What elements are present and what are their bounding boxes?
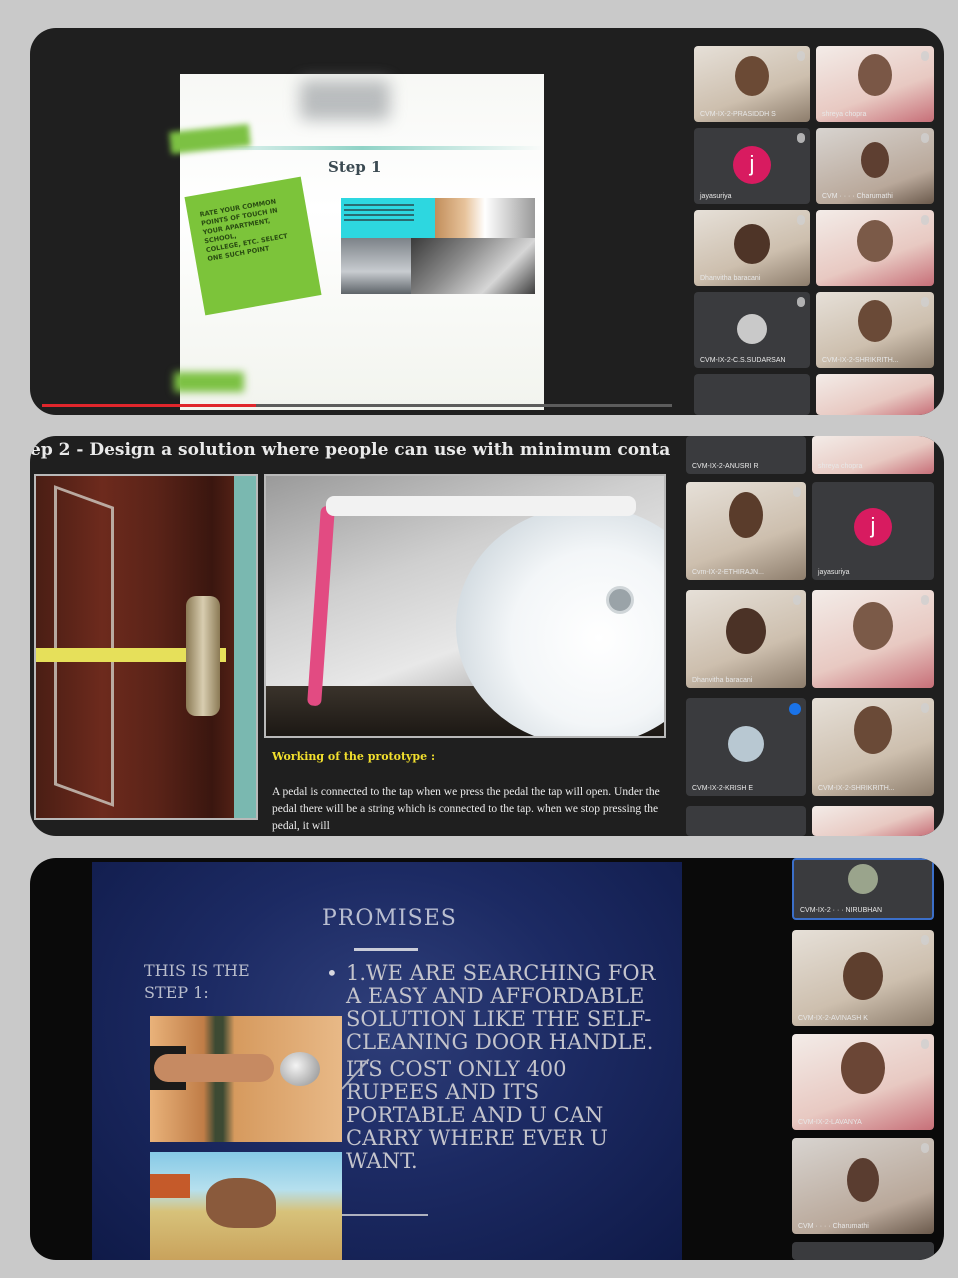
participant-tile[interactable]: CVM-IX-2-SHRIKRITH...: [816, 292, 934, 368]
participant-tile[interactable]: shreya chopra: [812, 436, 934, 474]
participant-tile[interactable]: CVM-IX-2 · · · NIRUBHAN: [792, 858, 934, 920]
blurred-title: [300, 80, 390, 120]
participant-name: Cvm-IX-2-ETHIRAJN...: [692, 569, 764, 576]
participant-name: CVM-IX-2-SHRIKRITH...: [818, 785, 895, 792]
promise-bullet: ITS COST ONLY 400 RUPEES AND ITS PORTABL…: [324, 1058, 664, 1173]
photo-door-knob: [150, 1016, 342, 1142]
photo-tap: [411, 238, 535, 294]
participant-tile[interactable]: [792, 1242, 934, 1260]
participant-tile[interactable]: shreya chopra: [816, 46, 934, 122]
working-description: A pedal is connected to the tap when we …: [272, 786, 660, 832]
participant-name: shreya chopra: [822, 111, 867, 118]
meeting-screenshot-1: Step 1 Rate your common points of touch …: [30, 28, 944, 415]
participant-tile[interactable]: [694, 374, 810, 415]
participant-name: Dhanvitha baracani: [692, 677, 753, 684]
participant-name: CVM-IX-2-KRISH E: [692, 785, 754, 792]
participant-tile[interactable]: Dhanvitha baracani: [686, 590, 806, 688]
participant-tile[interactable]: CVM · · · · Charumathi: [792, 1138, 934, 1234]
meeting-screenshot-3: PROMISES THIS IS THE STEP 1: 1.WE ARE SE…: [30, 858, 944, 1260]
participant-name: CVM-IX-2-SHRIKRITH...: [822, 357, 899, 364]
participant-name: Dhanvitha baracani: [700, 275, 761, 282]
speaking-indicator: [789, 703, 801, 715]
participant-name: CVM · · · · Charumathi: [798, 1223, 869, 1230]
photo-switchboard: [341, 238, 411, 294]
participant-name: CVM-IX-2-C.S.SUDARSAN: [700, 357, 786, 364]
presentation-slide-step1: Step 1 Rate your common points of touch …: [169, 74, 544, 410]
participant-tile[interactable]: j jayasuriya: [694, 128, 810, 204]
participant-tile[interactable]: CVM-IX-2-ANUSRI R: [686, 436, 806, 474]
presentation-slide-promises: PROMISES THIS IS THE STEP 1: 1.WE ARE SE…: [92, 862, 682, 1260]
title-underline: [354, 948, 418, 951]
participant-tile[interactable]: CVM-IX-2-C.S.SUDARSAN: [694, 292, 810, 368]
step-label: THIS IS THE STEP 1:: [144, 961, 250, 1002]
info-box: [341, 198, 435, 238]
connector-line: [342, 1214, 428, 1216]
participant-name: CVM · · · · Charumathi: [822, 193, 893, 200]
promise-bullet: 1.WE ARE SEARCHING FOR A EASY AND AFFORD…: [324, 962, 664, 1054]
avatar: j: [733, 146, 771, 184]
participant-tile[interactable]: CVM-IX-2-PRASIDDH S: [694, 46, 810, 122]
participant-tile[interactable]: [812, 590, 934, 688]
photo-towel-holder: [435, 198, 535, 238]
cartoon-image: [150, 1152, 342, 1260]
participant-tile[interactable]: CVM-IX-2-AVINASH K: [792, 930, 934, 1026]
participant-tile[interactable]: [686, 806, 806, 836]
promises-list: 1.WE ARE SEARCHING FOR A EASY AND AFFORD…: [324, 962, 664, 1177]
participant-name: CVM-IX-2-ANUSRI R: [692, 463, 759, 470]
photo-sink-prototype: [264, 474, 666, 738]
participant-tile[interactable]: CVM · · · · Charumathi: [816, 128, 934, 204]
participant-name: CVM-IX-2-LAVANYA: [798, 1119, 862, 1126]
slide-decor-green: [174, 372, 244, 392]
meeting-screenshot-2: ep 2 - Design a solution where people ca…: [30, 436, 944, 836]
participant-name: jayasuriya: [700, 193, 732, 200]
participant-tile[interactable]: [816, 210, 934, 286]
participant-tile[interactable]: [816, 374, 934, 415]
video-progress-bar[interactable]: [42, 404, 672, 407]
participant-name: CVM-IX-2-PRASIDDH S: [700, 111, 776, 118]
participant-name: shreya chopra: [818, 463, 863, 470]
participant-tile[interactable]: j jayasuriya: [812, 482, 934, 580]
participant-name: CVM-IX-2 · · · NIRUBHAN: [800, 907, 883, 914]
participant-tile[interactable]: Dhanvitha baracani: [694, 210, 810, 286]
working-heading: Working of the prototype :: [272, 750, 436, 763]
participant-tile[interactable]: Cvm-IX-2-ETHIRAJN...: [686, 482, 806, 580]
participant-tile[interactable]: CVM-IX-2-LAVANYA: [792, 1034, 934, 1130]
slide-heading: Step 1: [328, 158, 382, 176]
participant-tile[interactable]: [812, 806, 934, 836]
participant-name: CVM-IX-2-AVINASH K: [798, 1015, 868, 1022]
slide-title: ep 2 - Design a solution where people ca…: [30, 440, 670, 460]
participant-name: jayasuriya: [818, 569, 850, 576]
participant-tile[interactable]: CVM-IX-2-SHRIKRITH...: [812, 698, 934, 796]
slide-title: PROMISES: [322, 906, 457, 931]
participant-tile[interactable]: CVM-IX-2-KRISH E: [686, 698, 806, 796]
sticky-note: Rate your common points of touch in your…: [184, 176, 322, 316]
photo-door-handle: [34, 474, 258, 820]
avatar: j: [854, 508, 892, 546]
